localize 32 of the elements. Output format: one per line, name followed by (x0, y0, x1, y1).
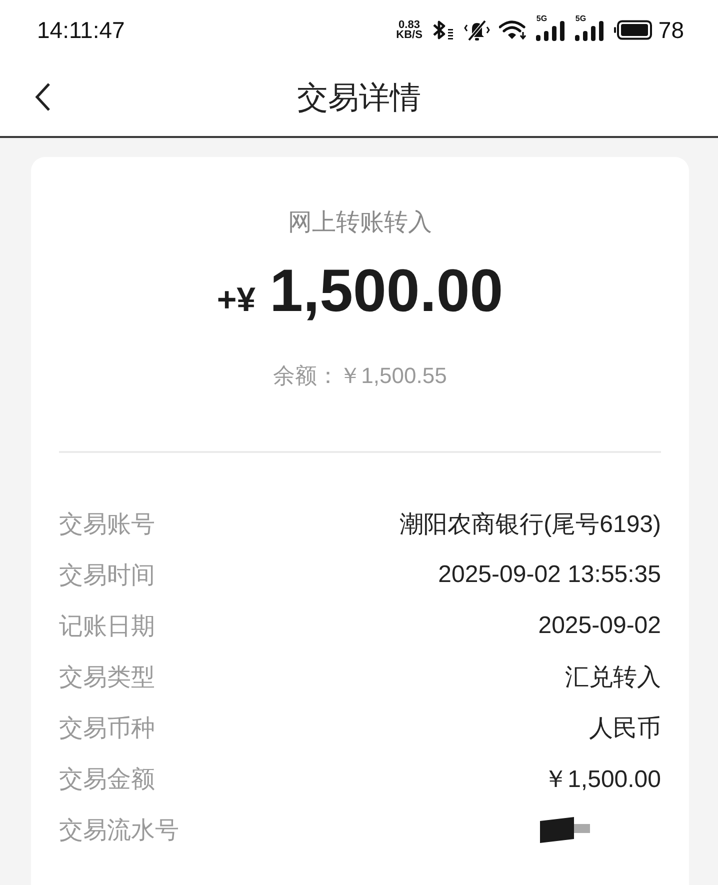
net-speed-value: 0.83 (398, 20, 420, 30)
detail-value: 汇兑转入 (565, 662, 661, 692)
status-time: 14:11:47 (37, 16, 125, 44)
detail-value: 2025-09-02 13:55:35 (438, 560, 661, 588)
page-title: 交易详情 (297, 79, 421, 117)
network-type-label: 5G (575, 15, 586, 23)
signal-bars-icon (575, 21, 606, 41)
signal-bars-icon (536, 21, 566, 41)
transaction-type: 网上转账转入 (288, 208, 432, 238)
net-speed-unit: KB/S (396, 30, 422, 40)
detail-value: 2025-09-02 (538, 612, 661, 640)
detail-value: 人民币 (589, 714, 661, 744)
detail-label: 交易流水号 (59, 816, 179, 846)
battery-icon (614, 20, 652, 40)
detail-value: 潮阳农商银行(尾号6193) (400, 510, 661, 540)
detail-label: 交易币种 (59, 714, 155, 744)
bluetooth-icon (431, 20, 456, 40)
detail-label: 交易类型 (59, 662, 155, 692)
amount-sign-currency: +¥ (216, 280, 256, 321)
muted-bell-icon (464, 19, 490, 41)
detail-value: ￥1,500.00 (544, 764, 661, 794)
wifi-icon (499, 20, 528, 40)
network-type-label: 5G (536, 15, 548, 23)
back-chevron-icon (34, 82, 52, 112)
balance-text: 余额：￥1,500.55 (273, 362, 447, 390)
amount-value: 1,500.00 (270, 256, 504, 326)
detail-label: 交易金额 (59, 764, 155, 794)
detail-label: 交易时间 (59, 560, 155, 590)
detail-label: 交易账号 (59, 510, 155, 540)
redaction-block (540, 816, 590, 842)
detail-label: 记账日期 (59, 612, 155, 642)
battery-percent: 78 (658, 16, 684, 44)
